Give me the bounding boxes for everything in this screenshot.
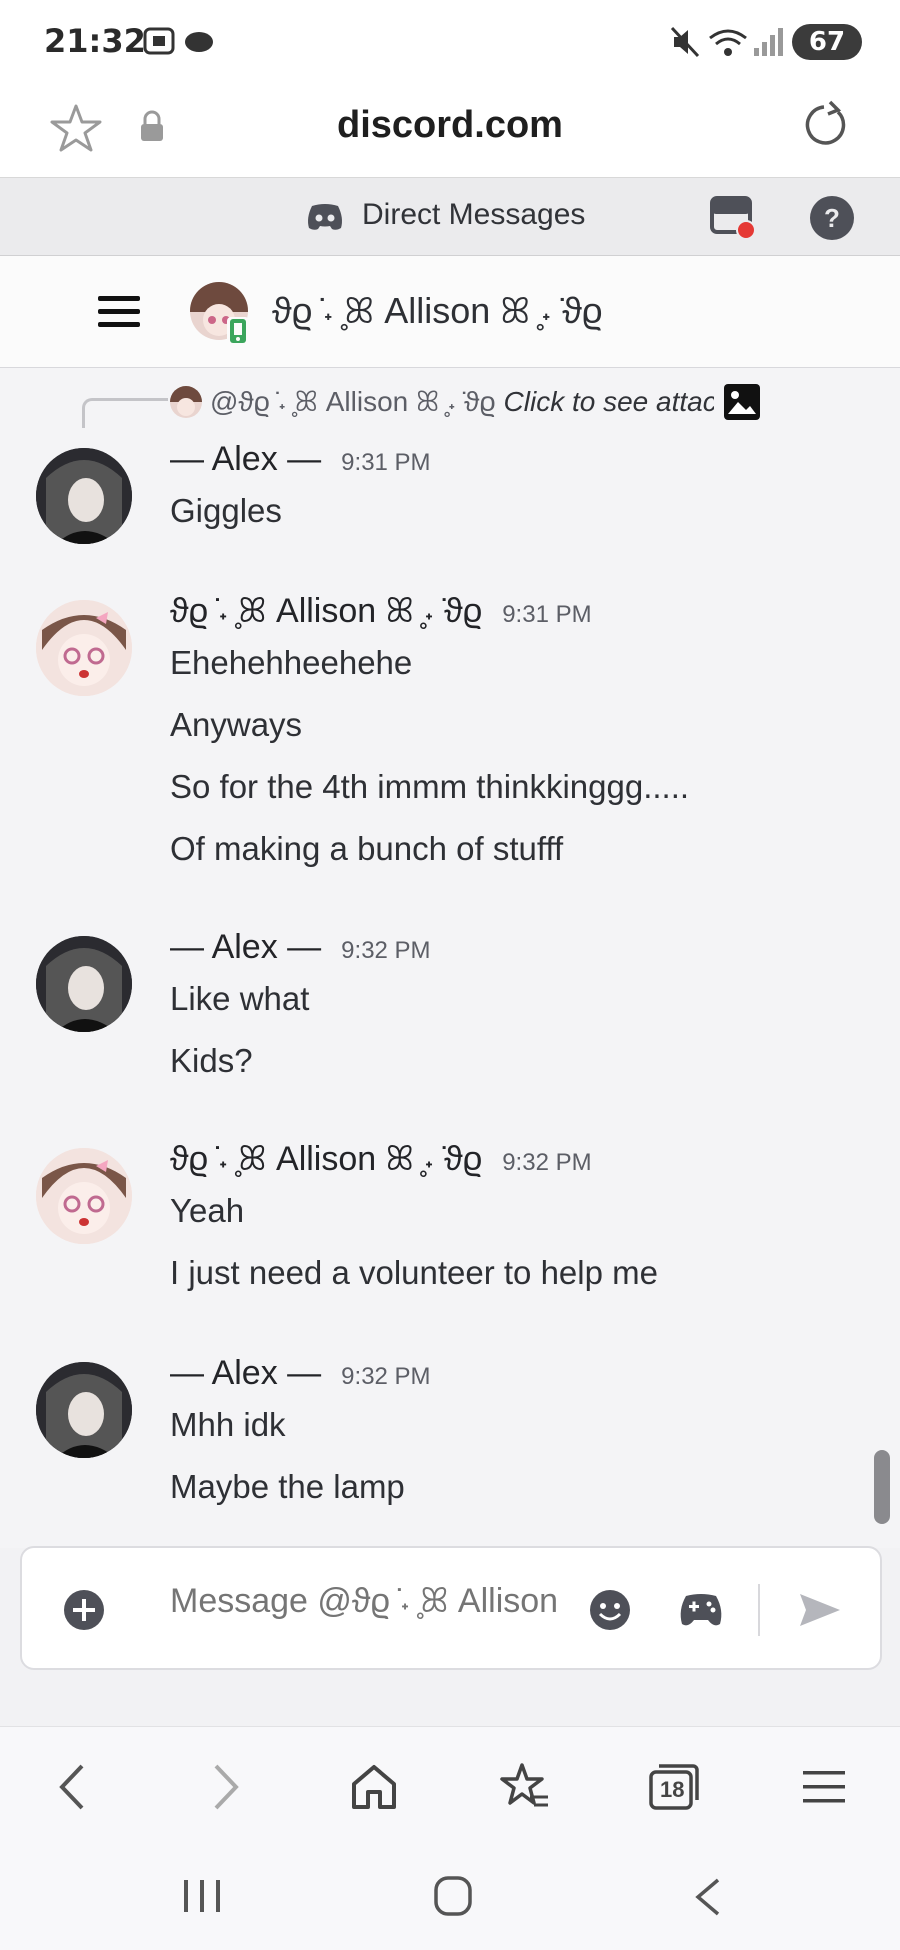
message-list[interactable]: @ϑϱ ̇˖ ̥ꕤ Allison ꕤ ̥˖ ̇ϑϱ Click to see … — [0, 368, 900, 1548]
inbox-icon[interactable] — [708, 194, 762, 244]
avatar-allison[interactable] — [36, 1148, 132, 1244]
message-text: Ehehehheehehe — [170, 644, 413, 681]
tabs-button[interactable]: 18 — [644, 1757, 704, 1817]
mute-icon — [670, 26, 700, 58]
send-icon[interactable] — [796, 1590, 842, 1630]
message-author[interactable]: — Alex — — [170, 440, 321, 479]
discord-top-bar: Direct Messages ? — [0, 178, 900, 256]
url-text[interactable]: discord.com — [0, 104, 900, 147]
forward-arrow-icon — [214, 1764, 239, 1810]
message-author[interactable]: ϑϱ ̇˖ ̥ꕤ Allison ꕤ ̥˖ ̇ϑϱ — [170, 592, 482, 631]
add-attachment-icon[interactable] — [62, 1588, 106, 1632]
wifi-icon — [709, 29, 747, 56]
recent-apps-icon[interactable] — [180, 1876, 224, 1916]
channel-header: ϑϱ ̇˖ ̥ꕤ Allison ꕤ ̥˖ ̇ϑϱ — [0, 256, 900, 368]
emoji-icon[interactable] — [588, 1588, 632, 1632]
message-author[interactable]: — Alex — — [170, 928, 321, 967]
gamepad-icon[interactable] — [678, 1590, 724, 1630]
bookmarks-star-icon — [500, 1763, 548, 1807]
back-system-icon[interactable] — [690, 1876, 724, 1918]
reply-text: Click to see attachment — [503, 386, 714, 417]
message-text: Kids? — [170, 1042, 253, 1079]
home-icon — [352, 1765, 396, 1809]
signal-icon — [754, 28, 783, 56]
message-composer — [20, 1546, 882, 1670]
screenshot-icon — [143, 27, 175, 55]
reply-preview[interactable]: @ϑϱ ̇˖ ̥ꕤ Allison ꕤ ̥˖ ̇ϑϱ Click to see … — [170, 382, 762, 422]
menu-button[interactable] — [794, 1757, 854, 1817]
direct-messages-title[interactable]: Direct Messages — [362, 198, 585, 232]
message-text: Mhh idk — [170, 1406, 286, 1443]
back-button[interactable] — [42, 1757, 102, 1817]
avatar-alex[interactable] — [36, 1362, 132, 1458]
message-text: Of making a bunch of stufff — [170, 830, 564, 867]
status-bar: 21:32 67 — [0, 0, 900, 84]
reload-icon[interactable] — [800, 100, 850, 150]
reply-avatar — [170, 386, 202, 418]
discord-logo-icon — [308, 204, 342, 230]
image-attachment-icon — [723, 384, 760, 420]
message-text: Yeah — [170, 1192, 245, 1229]
system-nav-bar — [0, 1842, 900, 1950]
message-timestamp: 9:31 PM — [502, 601, 592, 628]
menu-icon — [803, 1771, 845, 1803]
avatar-alex[interactable] — [36, 448, 132, 544]
help-icon[interactable]: ? — [808, 194, 856, 242]
bookmarks-button[interactable] — [494, 1757, 554, 1817]
avatar-allison[interactable] — [36, 600, 132, 696]
reply-connector — [82, 398, 168, 428]
message-text: Like what — [170, 980, 310, 1017]
message-timestamp: 9:32 PM — [502, 1149, 592, 1176]
back-arrow-icon — [59, 1764, 84, 1810]
channel-name[interactable]: ϑϱ ̇˖ ̥ꕤ Allison ꕤ ̥˖ ̇ϑϱ — [272, 290, 603, 333]
battery-indicator: 67 — [792, 24, 862, 60]
message-timestamp: 9:32 PM — [341, 1363, 431, 1390]
scrollbar-thumb[interactable] — [874, 1450, 890, 1524]
message-author[interactable]: — Alex — — [170, 1354, 321, 1393]
svg-text:?: ? — [824, 203, 840, 233]
avatar-alex[interactable] — [36, 936, 132, 1032]
cloud-icon — [185, 32, 213, 52]
message-text: Giggles — [170, 492, 282, 529]
message-input[interactable] — [170, 1582, 590, 1621]
message-text: So for the 4th immm thinkkinggg..... — [170, 768, 690, 805]
message-text: Maybe the lamp — [170, 1468, 405, 1505]
tabs-count: 18 — [660, 1777, 685, 1802]
mobile-status-icon — [227, 317, 249, 345]
message-text: Anyways — [170, 706, 303, 743]
reply-mention: @ϑϱ ̇˖ ̥ꕤ Allison ꕤ ̥˖ ̇ϑϱ — [210, 385, 496, 417]
browser-url-bar: discord.com — [0, 84, 900, 178]
hamburger-menu-icon[interactable] — [96, 294, 142, 330]
browser-bottom-nav: 18 — [0, 1726, 900, 1842]
message-author[interactable]: ϑϱ ̇˖ ̥ꕤ Allison ꕤ ̥˖ ̇ϑϱ — [170, 1140, 482, 1179]
status-time: 21:32 — [44, 22, 146, 60]
message-timestamp: 9:31 PM — [341, 449, 431, 476]
home-button[interactable] — [344, 1757, 404, 1817]
home-system-icon[interactable] — [432, 1874, 474, 1918]
message-text: I just need a volunteer to help me — [170, 1254, 658, 1291]
forward-button[interactable] — [196, 1757, 256, 1817]
composer-divider — [758, 1584, 760, 1636]
message-timestamp: 9:32 PM — [341, 937, 431, 964]
